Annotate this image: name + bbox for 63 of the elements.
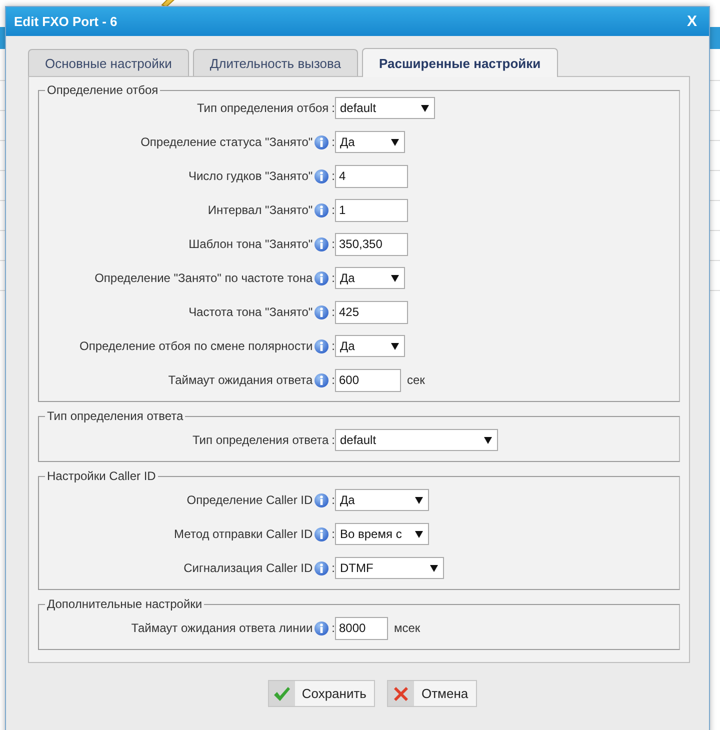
- input-field[interactable]: 425: [335, 300, 408, 324]
- colon: :: [332, 433, 335, 447]
- field-label: Таймаут ожидания ответа: [168, 373, 313, 387]
- caret-icon: [484, 436, 492, 444]
- dropdown[interactable]: DTMF: [335, 557, 444, 579]
- input-field[interactable]: 4: [335, 164, 408, 188]
- field-label: Тип определения ответа: [192, 433, 329, 447]
- colon: :: [332, 527, 335, 541]
- check-icon: [272, 686, 291, 702]
- caret-icon: [391, 342, 399, 350]
- colon: :: [332, 101, 335, 115]
- input-field[interactable]: 350,350: [335, 232, 408, 256]
- window-title: Edit FXO Port - 6: [14, 14, 118, 29]
- tab[interactable]: Основные настройки: [28, 49, 189, 76]
- save-button[interactable]: Сохранить: [268, 680, 376, 707]
- field-label: Сигнализация Caller ID: [184, 561, 313, 575]
- unit-label: сек: [407, 373, 425, 387]
- colon: :: [332, 561, 335, 575]
- caret-icon: [415, 496, 423, 504]
- dropdown[interactable]: default: [335, 97, 435, 119]
- colon: :: [332, 339, 335, 353]
- caret-icon: [415, 530, 423, 538]
- field-label: Определение статуса "Занято": [140, 135, 313, 149]
- field-label: Шаблон тона "Занято": [188, 237, 313, 251]
- colon: :: [332, 493, 335, 507]
- section-title: Дополнительные настройки: [46, 597, 204, 611]
- colon: :: [332, 203, 335, 217]
- dropdown[interactable]: Да: [335, 335, 405, 357]
- field-label: Определение отбоя по смене полярности: [80, 339, 313, 353]
- colon: :: [332, 237, 335, 251]
- tab[interactable]: Длительность вызова: [192, 49, 358, 76]
- field-label: Метод отправки Caller ID: [174, 527, 313, 541]
- dropdown[interactable]: Да: [335, 267, 405, 289]
- section-title: Настройки Caller ID: [46, 469, 157, 483]
- caret-icon: [430, 564, 438, 572]
- colon: :: [332, 271, 335, 285]
- colon: :: [332, 135, 335, 149]
- colon: :: [332, 305, 335, 319]
- close-icon: [392, 684, 410, 702]
- colon: :: [332, 373, 335, 387]
- tab[interactable]: Расширенные настройки: [362, 48, 558, 77]
- dropdown[interactable]: Да: [335, 489, 429, 511]
- field-label: Тип определения отбоя: [196, 101, 329, 115]
- field-label: Число гудков "Занято": [188, 169, 313, 183]
- caret-icon: [391, 138, 399, 146]
- colon: :: [332, 621, 335, 635]
- colon: :: [332, 169, 335, 183]
- caret-icon: [391, 274, 399, 282]
- input-field[interactable]: 600: [335, 368, 401, 392]
- field-label: Определение "Занято" по частоте тона: [94, 271, 313, 285]
- dropdown[interactable]: default: [335, 429, 498, 451]
- field-label: Определение Caller ID: [186, 493, 313, 507]
- section-title: Определение отбоя: [46, 83, 160, 97]
- input-field[interactable]: 8000: [335, 616, 388, 640]
- dropdown[interactable]: Во время с: [335, 523, 429, 545]
- section-title: Тип определения ответа: [46, 409, 184, 423]
- field-label: Интервал "Занято": [208, 203, 313, 217]
- dropdown[interactable]: Да: [335, 131, 405, 153]
- cancel-button[interactable]: Отмена: [387, 680, 478, 707]
- field-label: Частота тона "Занято": [188, 305, 313, 319]
- unit-label: мсек: [394, 621, 420, 635]
- field-label: Таймаут ожидания ответа линии: [131, 621, 313, 635]
- input-field[interactable]: 1: [335, 198, 408, 222]
